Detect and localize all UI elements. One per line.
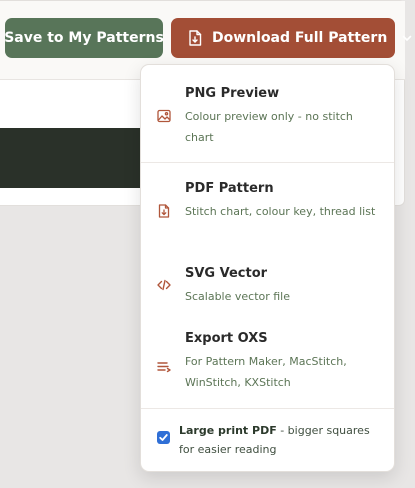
pdf-file-icon — [158, 204, 170, 218]
menu-item-title: PDF Pattern — [185, 181, 274, 196]
image-icon — [157, 109, 171, 123]
menu-item-svg-vector[interactable]: SVG Vector Scalable vector file — [141, 256, 394, 322]
code-icon — [157, 279, 171, 291]
save-button-label: Save to My Patterns — [4, 30, 164, 46]
download-format-menu: PNG Preview Colour preview only - no sti… — [140, 64, 395, 472]
menu-item-title: Export OXS — [185, 331, 268, 346]
menu-item-pdf-pattern[interactable]: PDF Pattern Stitch chart, colour key, th… — [141, 163, 394, 256]
checkmark-icon — [159, 434, 168, 441]
menu-item-description: Scalable vector file — [185, 290, 291, 303]
chevron-down-icon — [402, 35, 412, 41]
large-print-label: Large print PDF - bigger squares for eas… — [179, 421, 384, 459]
export-lines-icon — [157, 362, 171, 373]
menu-item-png-preview[interactable]: PNG Preview Colour preview only - no sti… — [141, 65, 394, 162]
menu-item-title: PNG Preview — [185, 86, 280, 101]
menu-item-description: Stitch chart, colour key, thread list — [185, 205, 376, 218]
menu-item-description: Colour preview only - no stitch chart — [185, 110, 353, 144]
large-print-label-bold: Large print PDF — [179, 424, 277, 437]
menu-divider — [141, 408, 394, 409]
save-to-my-patterns-button[interactable]: Save to My Patterns — [4, 18, 164, 58]
large-print-checkbox[interactable] — [157, 431, 170, 444]
menu-item-title: SVG Vector — [185, 266, 268, 281]
file-download-icon — [189, 30, 202, 46]
pattern-preview-strip — [0, 128, 160, 188]
menu-item-export-oxs[interactable]: Export OXS For Pattern Maker, MacStitch,… — [141, 322, 394, 408]
menu-item-description: For Pattern Maker, MacStitch, WinStitch,… — [185, 355, 347, 389]
download-full-pattern-button[interactable]: Download Full Pattern — [171, 18, 412, 58]
download-button-label: Download Full Pattern — [212, 30, 388, 46]
